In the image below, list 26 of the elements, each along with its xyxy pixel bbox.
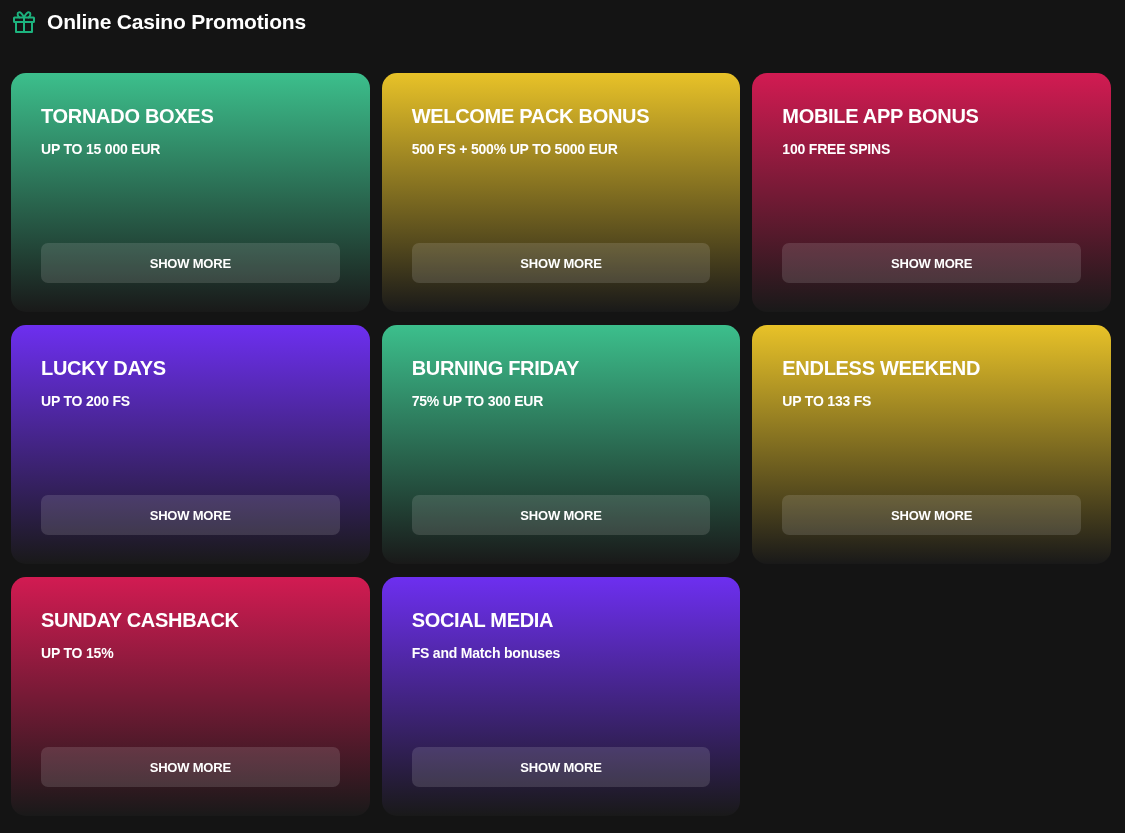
- show-more-button[interactable]: SHOW MORE: [411, 495, 711, 535]
- promotion-subtitle: UP TO 200 FS: [41, 393, 130, 410]
- show-more-button[interactable]: SHOW MORE: [411, 747, 711, 787]
- promotion-title: LUCKY DAYS: [41, 356, 166, 380]
- promotion-subtitle: FS and Match bonuses: [411, 645, 561, 662]
- promotion-subtitle: UP TO 15 000 EUR: [41, 141, 161, 158]
- promotion-title: ENDLESS WEEKEND: [782, 356, 981, 380]
- page-title: Online Casino Promotions: [47, 9, 306, 35]
- promotion-subtitle: 100 FREE SPINS: [782, 141, 891, 158]
- show-more-button[interactable]: SHOW MORE: [41, 495, 340, 535]
- promotion-subtitle: UP TO 133 FS: [782, 393, 872, 410]
- promotion-subtitle: UP TO 15%: [41, 645, 114, 662]
- show-more-button[interactable]: SHOW MORE: [782, 495, 1081, 535]
- promotion-title: BURNING FRIDAY: [411, 356, 579, 380]
- promotion-title: TORNADO BOXES: [41, 104, 214, 128]
- show-more-button[interactable]: SHOW MORE: [41, 243, 340, 283]
- promotion-subtitle: 75% UP TO 300 EUR: [411, 393, 544, 410]
- promotion-title: MOBILE APP BONUS: [782, 104, 979, 128]
- promotion-subtitle: 500 FS + 500% UP TO 5000 EUR: [411, 141, 618, 158]
- gift-icon: [12, 10, 36, 34]
- show-more-button[interactable]: SHOW MORE: [782, 243, 1081, 283]
- promotion-title: WELCOME PACK BONUS: [411, 104, 650, 128]
- promotion-title: SUNDAY CASHBACK: [41, 608, 239, 632]
- promotion-title: SOCIAL MEDIA: [411, 608, 554, 632]
- show-more-button[interactable]: SHOW MORE: [411, 243, 711, 283]
- show-more-button[interactable]: SHOW MORE: [41, 747, 340, 787]
